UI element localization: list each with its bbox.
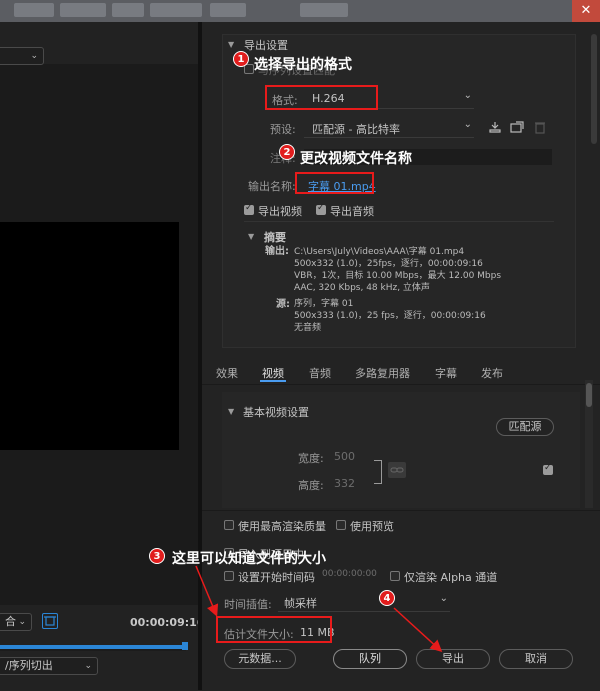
annotation-arrows [195, 565, 443, 653]
arrow-to-file-size [195, 565, 219, 617]
arrow-to-export-button [393, 607, 443, 653]
